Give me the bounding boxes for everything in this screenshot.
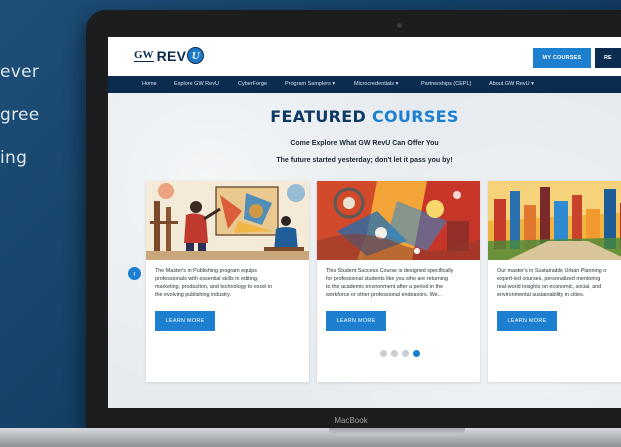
background-text-line-3: ing bbox=[0, 148, 28, 168]
background-text-line-1: ever bbox=[0, 62, 40, 82]
laptop-label-area: MacBook bbox=[86, 0, 621, 447]
background-text-line-2: gree bbox=[0, 105, 40, 125]
macbook-label: MacBook bbox=[334, 416, 368, 425]
